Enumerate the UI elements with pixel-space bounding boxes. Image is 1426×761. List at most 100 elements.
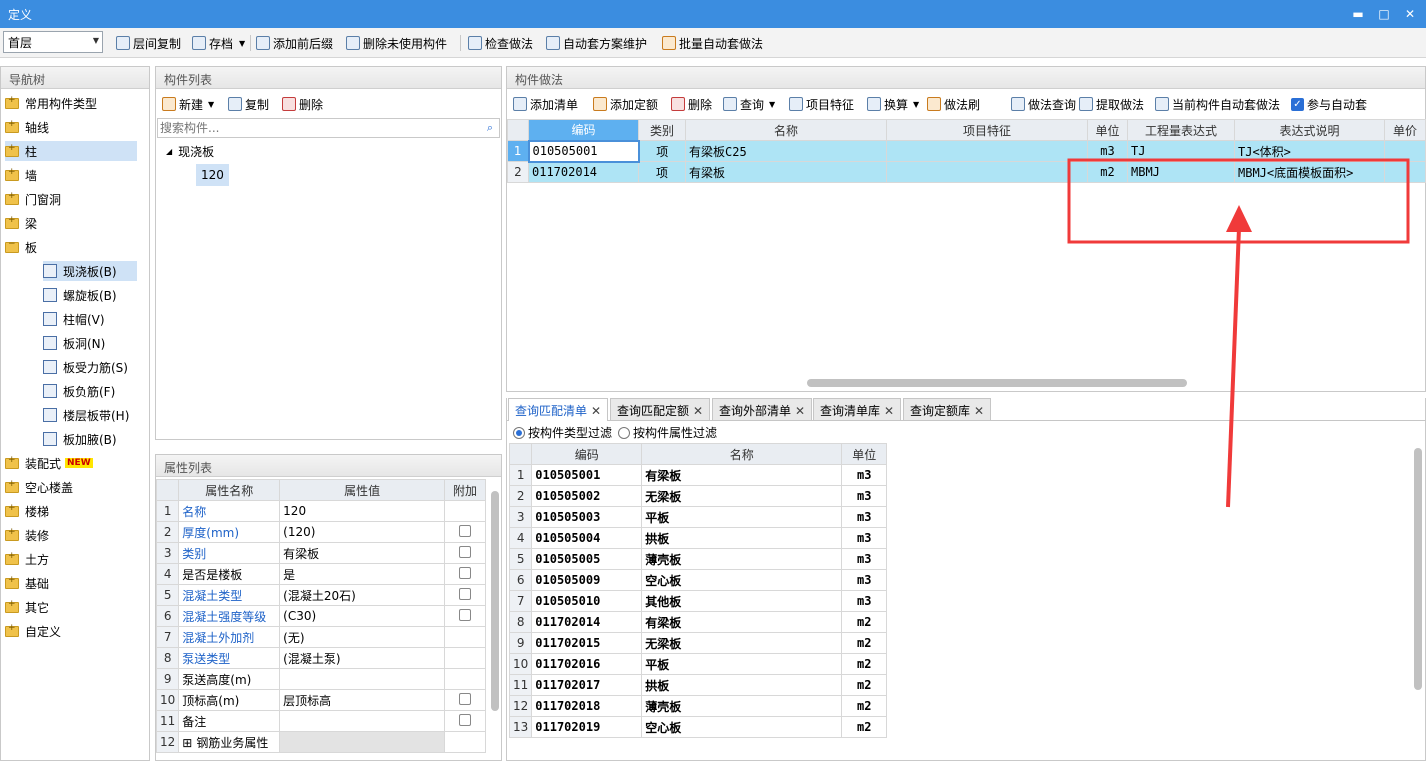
query-cell-unit[interactable]: m3 (841, 485, 888, 507)
query-cell-unit[interactable]: m3 (841, 548, 888, 570)
extract-method-button[interactable]: 提取做法 (1079, 95, 1144, 113)
property-value[interactable] (279, 731, 446, 753)
property-value[interactable] (279, 668, 446, 690)
query-cell-code[interactable]: 011702018 (531, 695, 643, 717)
close-tab-icon[interactable]: ✕ (884, 404, 894, 418)
close-tab-icon[interactable]: ✕ (974, 404, 984, 418)
nav-item[interactable]: 楼层板带(H) (43, 405, 137, 425)
query-cell-code[interactable]: 011702015 (531, 632, 643, 654)
property-value[interactable]: 是 (279, 563, 446, 585)
table-row[interactable]: 1 010505001 项有梁板C25 m3 TJ TJ<体积> (507, 139, 1426, 163)
property-value[interactable] (279, 710, 446, 732)
method-cell-name[interactable]: 有梁板C25 (685, 140, 887, 162)
maximize-button[interactable]: □ (1374, 4, 1394, 24)
add-list-button[interactable]: 添加清单 (513, 95, 578, 113)
col-header[interactable]: 工程量表达式 (1127, 119, 1235, 141)
floor-select[interactable]: 首层 ▼ (3, 31, 103, 53)
property-value[interactable]: (无) (279, 626, 446, 648)
query-cell-name[interactable]: 有梁板 (641, 611, 843, 633)
table-row[interactable]: 8 011702014 有梁板 m2 (508, 611, 888, 633)
query-cell-unit[interactable]: m3 (841, 527, 888, 549)
method-cell-code[interactable]: 011702014 (528, 161, 639, 183)
query-tab[interactable]: 查询匹配定额 ✕ (610, 398, 711, 420)
search-icon[interactable]: ⌕ (487, 121, 493, 135)
minimize-button[interactable]: ▬ (1348, 4, 1368, 24)
query-cell-name[interactable]: 平板 (641, 506, 843, 528)
radio-checked-icon[interactable] (513, 427, 525, 439)
query-cell-code[interactable]: 010505005 (531, 548, 643, 570)
nav-item[interactable]: 常用构件类型 (5, 93, 137, 113)
nav-item[interactable]: 柱帽(V) (43, 309, 137, 329)
attach-checkbox[interactable] (459, 713, 472, 726)
query-button[interactable]: 查询 ▼ (723, 95, 775, 113)
col-header[interactable]: 编码 (528, 119, 639, 141)
col-header[interactable]: 表达式说明 (1234, 119, 1385, 141)
method-cell-type[interactable]: 项 (638, 140, 686, 162)
property-value[interactable]: (混凝土20石) (279, 584, 446, 606)
copy-between-floors-button[interactable]: 层间复制 (116, 34, 181, 52)
close-button[interactable]: ✕ (1400, 4, 1420, 24)
component-item-120[interactable]: 120 (196, 164, 229, 186)
format-brush-button[interactable]: 做法刷 (927, 95, 980, 113)
table-row[interactable]: 12 ⊞ 钢筋业务属性 (156, 731, 486, 753)
query-cell-unit[interactable]: m3 (841, 590, 888, 612)
query-cell-unit[interactable]: m2 (841, 695, 888, 717)
copy-component-button[interactable]: 复制 (228, 95, 269, 113)
query-cell-name[interactable]: 空心板 (641, 716, 843, 738)
property-value[interactable]: 有梁板 (279, 542, 446, 564)
method-cell-name[interactable]: 有梁板 (685, 161, 887, 183)
item-feature-button[interactable]: 项目特征 (789, 95, 854, 113)
query-cell-name[interactable]: 有梁板 (641, 464, 843, 486)
query-cell-code[interactable]: 011702014 (531, 611, 643, 633)
new-component-button[interactable]: 新建 ▼ (162, 95, 214, 113)
nav-item[interactable]: 板 (5, 237, 137, 257)
delete-unused-button[interactable]: 删除未使用构件 (346, 34, 447, 52)
nav-item[interactable]: 螺旋板(B) (43, 285, 137, 305)
col-header[interactable]: 单价 (1384, 119, 1426, 141)
table-row[interactable]: 1 010505001 有梁板 m3 (508, 464, 888, 486)
property-value[interactable]: (混凝土泵) (279, 647, 446, 669)
query-cell-code[interactable]: 011702016 (531, 653, 643, 675)
table-row[interactable]: 7 混凝土外加剂 (无) (156, 626, 486, 648)
property-value[interactable]: (C30) (279, 605, 446, 627)
table-row[interactable]: 9 011702015 无梁板 m2 (508, 632, 888, 654)
table-row[interactable]: 13 011702019 空心板 m2 (508, 716, 888, 738)
table-row[interactable]: 5 混凝土类型 (混凝土20石) (156, 584, 486, 606)
method-cell-type[interactable]: 项 (638, 161, 686, 183)
query-cell-name[interactable]: 无梁板 (641, 632, 843, 654)
col-header[interactable]: 编码 (531, 443, 643, 465)
nav-item[interactable]: 梁 (5, 213, 137, 233)
nav-item[interactable]: 板洞(N) (43, 333, 137, 353)
table-row[interactable]: 1 名称 120 (156, 500, 486, 522)
attach-checkbox[interactable] (459, 587, 472, 600)
table-row[interactable]: 3 类别 有梁板 (156, 542, 486, 564)
table-row[interactable]: 2 011702014 项有梁板 m2 MBMJ MBMJ<底面模板面积> (507, 161, 1426, 183)
query-tab[interactable]: 查询清单库 ✕ (813, 398, 902, 420)
col-header[interactable]: 名称 (641, 443, 843, 465)
method-cell-feature[interactable] (886, 140, 1088, 162)
method-cell-price[interactable] (1384, 140, 1426, 162)
search-box[interactable]: ⌕ (157, 118, 500, 138)
method-cell-unit[interactable]: m3 (1087, 140, 1128, 162)
component-group-castslab[interactable]: ◢ 现浇板 (166, 141, 214, 161)
scrollbar[interactable] (807, 379, 1187, 387)
nav-item[interactable]: 其它 (5, 597, 137, 617)
table-row[interactable]: 6 010505009 空心板 m3 (508, 569, 888, 591)
query-cell-name[interactable]: 空心板 (641, 569, 843, 591)
query-cell-unit[interactable]: m2 (841, 716, 888, 738)
query-cell-code[interactable]: 010505010 (531, 590, 643, 612)
query-cell-code[interactable]: 010505001 (531, 464, 643, 486)
method-cell-desc[interactable]: TJ<体积> (1234, 140, 1385, 162)
nav-item[interactable]: 基础 (5, 573, 137, 593)
archive-button[interactable]: 存档 ▼ (192, 34, 245, 52)
nav-item[interactable]: 自定义 (5, 621, 137, 641)
filter-type-radio[interactable]: 按构件类型过滤 (513, 424, 612, 441)
nav-item[interactable]: 土方 (5, 549, 137, 569)
table-row[interactable]: 10 011702016 平板 m2 (508, 653, 888, 675)
query-cell-unit[interactable]: m3 (841, 506, 888, 528)
query-cell-unit[interactable]: m3 (841, 464, 888, 486)
attach-checkbox[interactable] (459, 692, 472, 705)
nav-item[interactable]: 装修 (5, 525, 137, 545)
close-tab-icon[interactable]: ✕ (591, 404, 601, 418)
method-cell-expr[interactable]: MBMJ (1127, 161, 1235, 183)
